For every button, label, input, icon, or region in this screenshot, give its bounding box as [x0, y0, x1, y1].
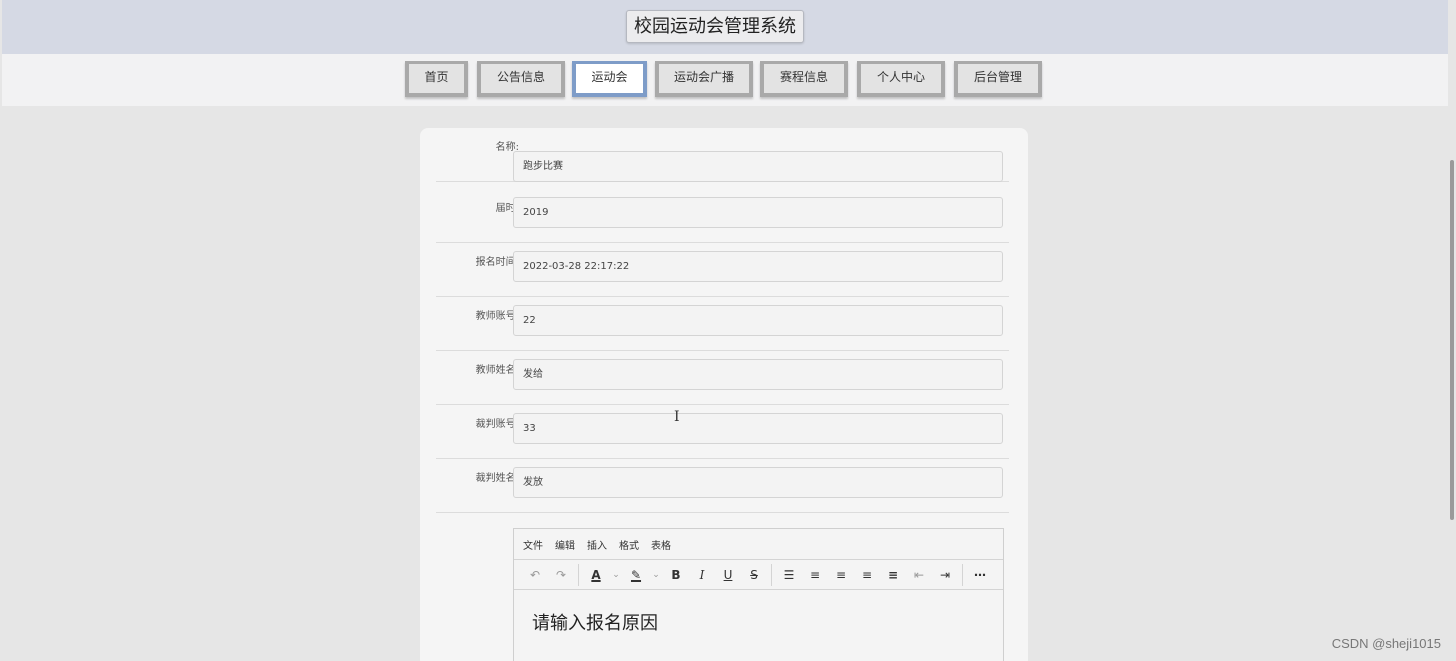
nav-item-admin[interactable]: 后台管理	[954, 61, 1042, 97]
teacher-account-label: 教师账号:	[475, 311, 519, 322]
toolbar-divider	[771, 563, 772, 586]
teacher-name-label: 教师姓名:	[475, 365, 519, 376]
align-right-icon[interactable]: ≡	[854, 562, 880, 588]
indent-icon[interactable]: ⇥	[932, 562, 958, 588]
signup-form: 名称: 跑步比赛 届时: 2019 报名时间: 2022-03-28 22:17…	[420, 128, 1028, 661]
align-left-icon[interactable]: ≡	[802, 562, 828, 588]
teacher-name-field[interactable]: 发给	[513, 359, 1003, 390]
toolbar-divider	[578, 563, 579, 586]
align-center-icon[interactable]: ≡	[828, 562, 854, 588]
form-row-referee-name: 裁判姓名: 发放	[436, 459, 1009, 513]
watermark: CSDN @sheji1015	[1331, 636, 1441, 651]
toolbar-divider	[962, 563, 963, 586]
nav-item-home[interactable]: 首页	[405, 61, 468, 97]
signup-reason-editor[interactable]: 请输入报名原因	[532, 609, 658, 635]
text-cursor-icon: I	[674, 409, 680, 425]
site-title: 校园运动会管理系统	[626, 10, 804, 43]
referee-account-field[interactable]: 33	[513, 413, 1003, 444]
form-row-name: 名称: 跑步比赛	[436, 128, 1009, 182]
nav-item-sports-meet[interactable]: 运动会	[572, 61, 647, 97]
menu-format[interactable]: 格式	[619, 537, 639, 552]
italic-icon[interactable]: I	[689, 562, 715, 588]
form-row-referee-account: 裁判账号: 33	[436, 405, 1009, 459]
session-field[interactable]: 2019	[513, 197, 1003, 228]
undo-icon[interactable]: ↶	[522, 562, 548, 588]
chevron-down-icon[interactable]: ⌄	[609, 562, 623, 588]
redo-icon[interactable]: ↷	[548, 562, 574, 588]
more-icon[interactable]: ⋯	[967, 562, 993, 588]
line-height-icon[interactable]: ☰	[776, 562, 802, 588]
underline-icon[interactable]: U	[715, 562, 741, 588]
form-row-teacher-account: 教师账号: 22	[436, 297, 1009, 351]
outdent-icon[interactable]: ⇤	[906, 562, 932, 588]
form-row-session: 届时: 2019	[436, 189, 1009, 243]
menu-table[interactable]: 表格	[651, 537, 671, 552]
referee-account-label: 裁判账号:	[475, 419, 519, 430]
signup-time-label: 报名时间:	[475, 257, 519, 268]
nav-item-personal-center[interactable]: 个人中心	[857, 61, 945, 97]
referee-name-label: 裁判姓名:	[475, 473, 519, 484]
editor-toolbar: ↶ ↷ A ⌄ ✎ ⌄ B I U S ☰ ≡ ≡ ≡ ≡ ⇤ ⇥ ⋯	[514, 560, 1003, 590]
menu-file[interactable]: 文件	[523, 537, 543, 552]
rich-text-editor: 文件 编辑 插入 格式 表格 ↶ ↷ A ⌄ ✎ ⌄ B I U S ☰ ≡ ≡…	[513, 528, 1004, 661]
form-row-signup-time: 报名时间: 2022-03-28 22:17:22	[436, 243, 1009, 297]
scrollbar[interactable]	[1450, 160, 1454, 520]
menu-insert[interactable]: 插入	[587, 537, 607, 552]
referee-name-field[interactable]: 发放	[513, 467, 1003, 498]
menu-edit[interactable]: 编辑	[555, 537, 575, 552]
name-label: 名称:	[495, 142, 519, 153]
form-row-teacher-name: 教师姓名: 发给	[436, 351, 1009, 405]
chevron-down-icon[interactable]: ⌄	[649, 562, 663, 588]
editor-menubar: 文件 编辑 插入 格式 表格	[514, 529, 1003, 560]
nav-item-announcements[interactable]: 公告信息	[477, 61, 565, 97]
teacher-account-field[interactable]: 22	[513, 305, 1003, 336]
bold-icon[interactable]: B	[663, 562, 689, 588]
nav-item-schedule[interactable]: 赛程信息	[760, 61, 848, 97]
name-field[interactable]: 跑步比赛	[513, 151, 1003, 182]
strikethrough-icon[interactable]: S	[741, 562, 767, 588]
signup-time-field[interactable]: 2022-03-28 22:17:22	[513, 251, 1003, 282]
align-justify-icon[interactable]: ≡	[880, 562, 906, 588]
nav-item-broadcast[interactable]: 运动会广播	[655, 61, 753, 97]
text-color-icon[interactable]: A	[583, 562, 609, 588]
session-label: 届时:	[495, 203, 519, 214]
highlight-color-icon[interactable]: ✎	[623, 562, 649, 588]
